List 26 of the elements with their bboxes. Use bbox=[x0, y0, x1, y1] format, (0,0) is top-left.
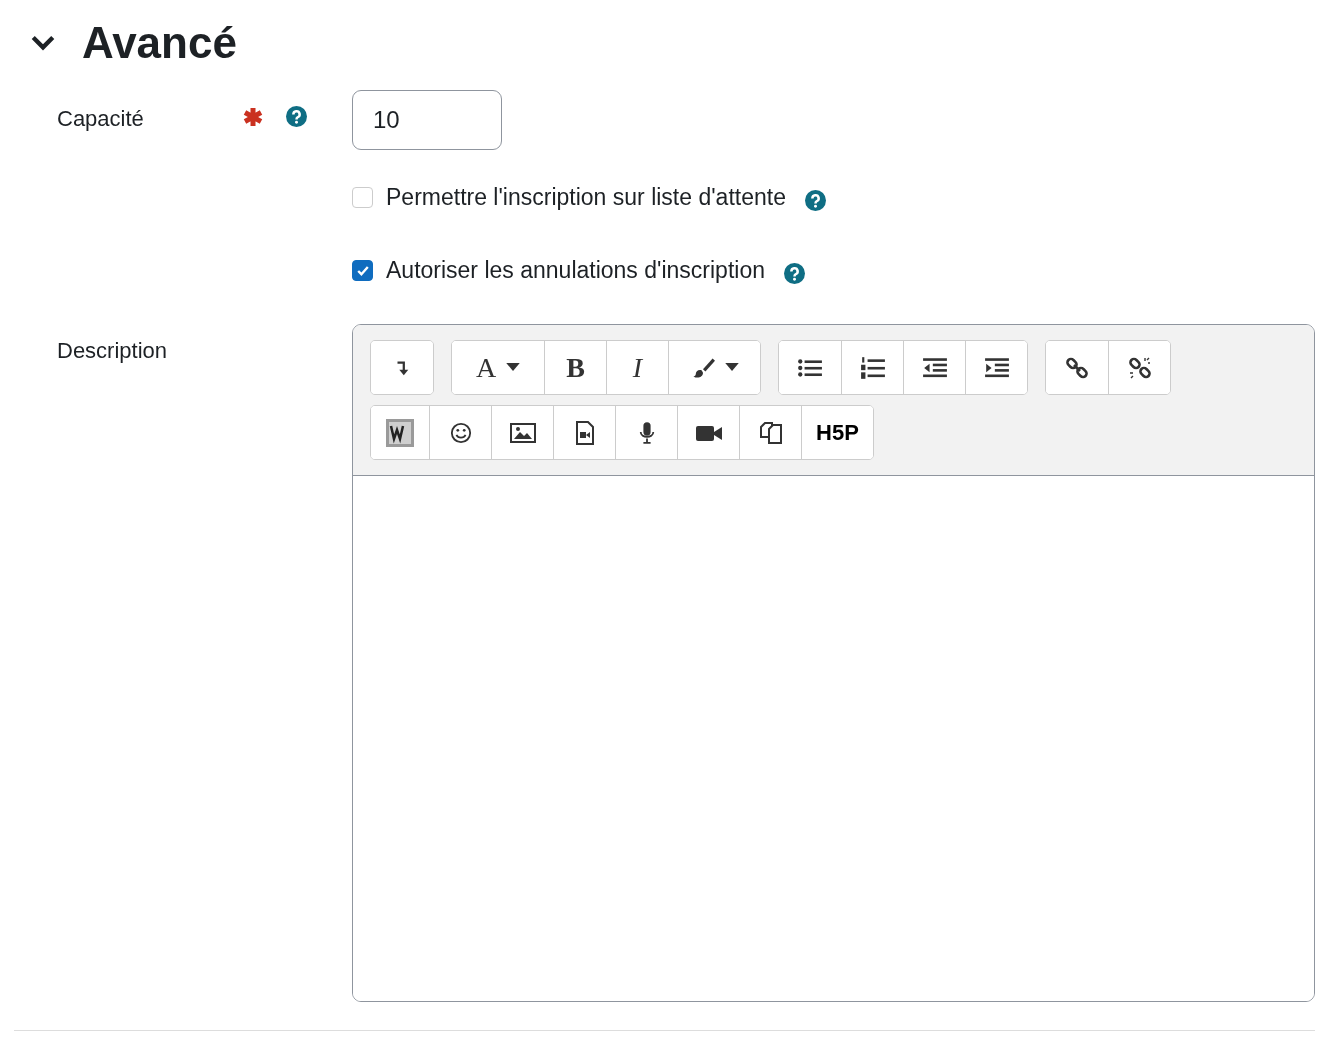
microphone-icon bbox=[637, 420, 656, 445]
help-icon[interactable] bbox=[784, 263, 805, 284]
indent-icon bbox=[983, 356, 1010, 379]
outdent-icon bbox=[921, 356, 948, 379]
checkbox-label[interactable]: Autoriser les annulations d'inscription bbox=[386, 257, 765, 284]
files-icon bbox=[758, 420, 783, 445]
section-title: Avancé bbox=[82, 18, 237, 68]
h5p-button[interactable]: H5P bbox=[801, 406, 873, 459]
brush-button[interactable] bbox=[668, 341, 760, 394]
smiley-icon bbox=[449, 421, 472, 444]
help-icon[interactable] bbox=[804, 190, 826, 211]
bullet-list-icon bbox=[797, 356, 823, 379]
unlink-button[interactable] bbox=[1108, 341, 1170, 394]
unlink-icon bbox=[1127, 355, 1152, 380]
numbered-list-icon bbox=[859, 355, 886, 380]
field-label: Capacité bbox=[57, 106, 145, 132]
help-icon[interactable] bbox=[286, 106, 307, 127]
checkbox-label[interactable]: Permettre l'inscription sur liste d'attente bbox=[386, 184, 786, 211]
image-icon bbox=[509, 422, 536, 443]
capacity-input[interactable]: 10 bbox=[352, 90, 502, 150]
field-label: Description bbox=[57, 338, 169, 364]
equation-icon bbox=[386, 418, 414, 447]
indent-button[interactable] bbox=[965, 341, 1027, 394]
link-icon bbox=[1065, 355, 1089, 380]
checkbox[interactable] bbox=[352, 260, 373, 281]
video-file-icon bbox=[574, 420, 595, 445]
